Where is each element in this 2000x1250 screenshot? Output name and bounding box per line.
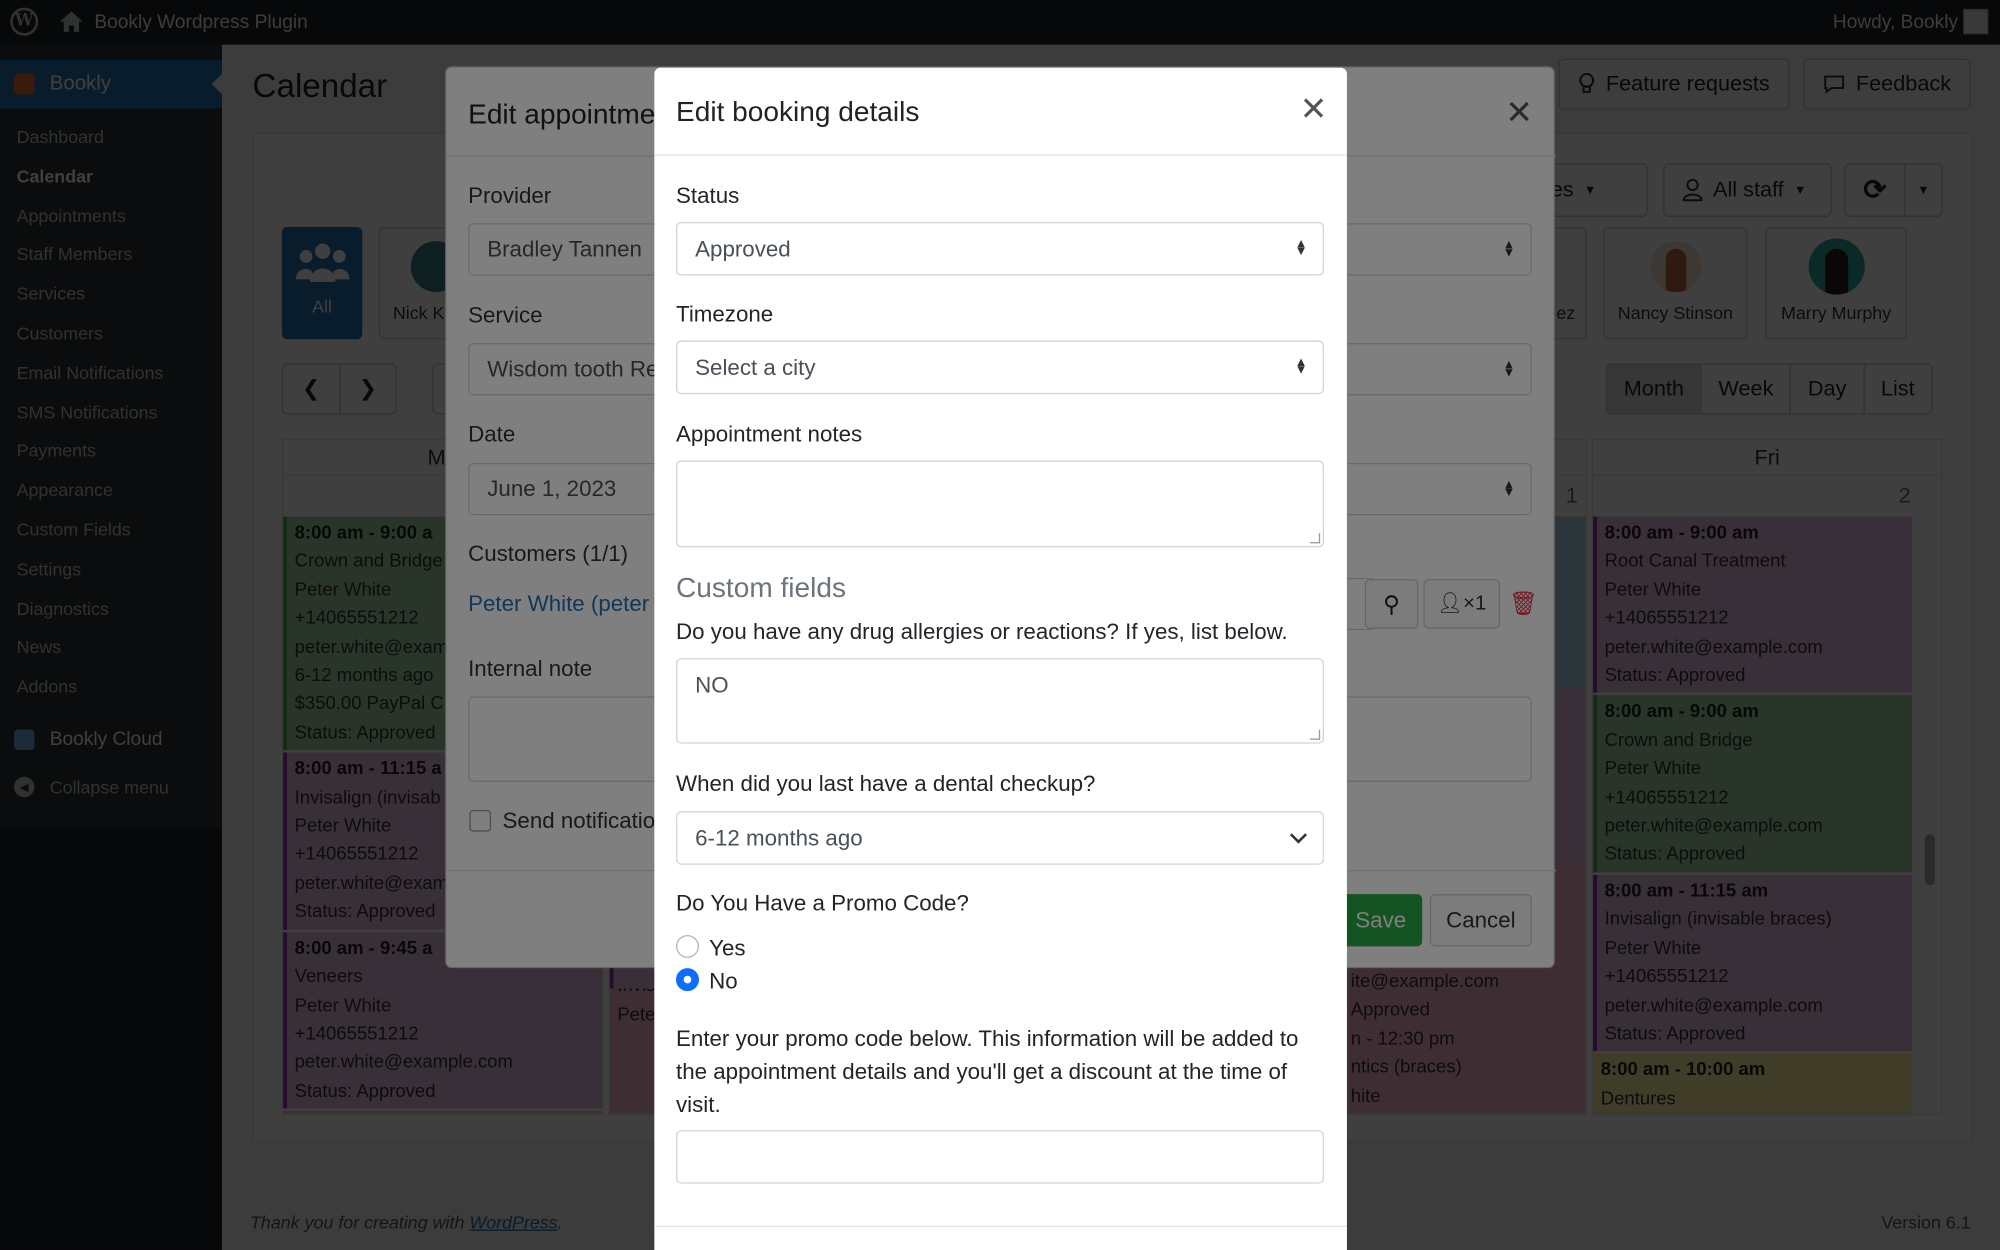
status-label: Status [676, 182, 740, 208]
checkup-select[interactable]: 6-12 months ago [676, 811, 1324, 865]
promo-yes-label: Yes [709, 934, 746, 961]
modal-header: Edit booking details ✕ [654, 68, 1347, 156]
allergies-value: NO [695, 672, 729, 698]
modal-title: Edit booking details [676, 95, 920, 128]
select-arrows-icon: ▲▼ [1294, 237, 1308, 259]
promo-no-label: No [709, 968, 738, 994]
timezone-select[interactable]: Select a city ▲ ▼ [676, 340, 1324, 395]
status-value: Approved [695, 235, 791, 262]
status-select[interactable]: Approved ▲ ▼ [676, 221, 1324, 276]
select-arrows-icon: ▲▼ [1294, 355, 1308, 378]
appointment-notes-label: Appointment notes [676, 420, 863, 447]
checkup-question: When did you last have a dental checkup? [676, 770, 1096, 796]
timezone-label: Timezone [676, 301, 774, 327]
custom-fields-heading: Custom fields [676, 571, 847, 604]
modal-footer-divider [654, 1225, 1347, 1228]
close-icon[interactable]: ✕ [1300, 89, 1328, 129]
timezone-value: Select a city [695, 354, 816, 381]
promo-no-radio[interactable] [676, 968, 699, 992]
promo-code-input[interactable] [676, 1130, 1324, 1184]
promo-question: Do You Have a Promo Code? [676, 890, 969, 916]
chevron-down-icon [1289, 833, 1308, 844]
appointment-notes-textarea[interactable] [676, 460, 1324, 548]
edit-booking-modal: Edit booking details ✕ Status Approved ▲ ▼… [654, 67, 1347, 1250]
promo-description: Enter your promo code below. This inform… [676, 1025, 1299, 1118]
promo-yes-radio[interactable] [676, 934, 699, 958]
allergies-textarea[interactable]: NO [676, 658, 1324, 744]
checkup-value: 6-12 months ago [695, 825, 863, 851]
resize-grip-icon[interactable] [1309, 729, 1321, 740]
allergies-question: Do you have any drug allergies or reacti… [676, 618, 1288, 645]
resize-grip-icon[interactable] [1309, 533, 1321, 544]
